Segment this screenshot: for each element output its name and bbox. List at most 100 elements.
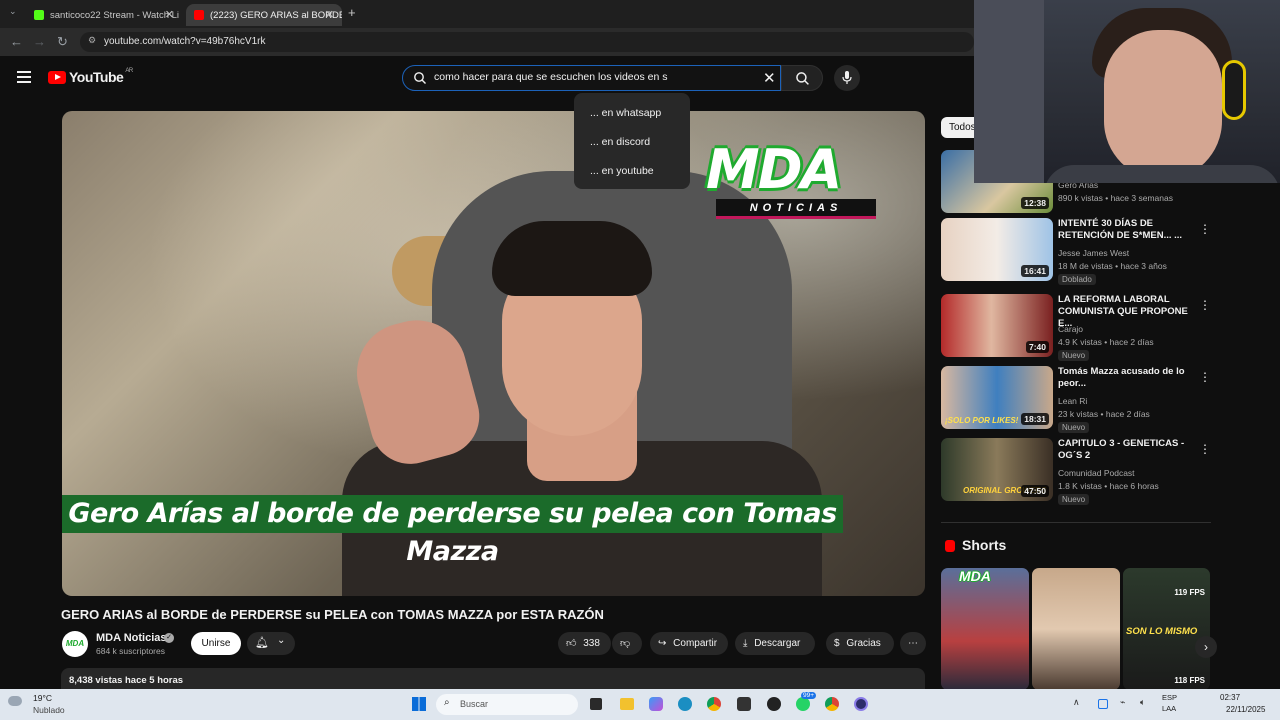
streamer-face (1104, 30, 1222, 180)
more-options-icon[interactable]: ⋮ (1199, 442, 1211, 456)
recommendation-item[interactable]: 7:40 LA REFORMA LABORAL COMUNISTA QUE PR… (941, 294, 1211, 361)
more-icon: ⋯ (908, 638, 918, 649)
recommendation-badge: Doblado (1058, 274, 1096, 285)
kick-favicon-icon (34, 10, 44, 20)
search-box[interactable]: ✕ (402, 65, 781, 91)
more-actions-button[interactable]: ⋯ (900, 632, 926, 655)
notification-count-badge: 99+ (801, 692, 817, 699)
taskbar-search-placeholder: Buscar (460, 699, 489, 709)
video-title: GERO ARIAS al BORDE de PERDERSE su PELEA… (61, 607, 604, 622)
voice-search-button[interactable] (834, 65, 860, 91)
share-button[interactable]: ↪ Compartir (650, 632, 728, 655)
chrome-profile-icon[interactable] (825, 697, 839, 711)
chrome-icon[interactable] (707, 697, 721, 711)
clear-search-icon[interactable]: ✕ (763, 69, 776, 87)
copilot-icon[interactable] (649, 697, 663, 711)
recommendation-channel: Carajo (1058, 324, 1084, 334)
verified-icon: ✓ (164, 633, 174, 643)
edge-icon[interactable] (678, 697, 692, 711)
clock-time[interactable]: 02:37 (1220, 693, 1240, 702)
channel-name[interactable]: MDA Noticias (96, 632, 167, 644)
task-view-icon[interactable] (590, 698, 602, 710)
bluetooth-icon[interactable]: ⌁ (1120, 697, 1125, 708)
short-item[interactable]: 119 FPS SON LO MISMO 118 FPS (1123, 568, 1210, 690)
close-tab-icon[interactable]: ✕ (325, 8, 334, 21)
clock-date: 22/11/2025 (1226, 705, 1266, 714)
thumbs-up-icon: 👍︎ (566, 638, 577, 649)
new-tab-button[interactable]: + (348, 5, 356, 20)
thanks-icon: $ (834, 638, 840, 649)
language-indicator[interactable]: ESP (1162, 693, 1177, 702)
thumbnail-text: ¡SOLO POR LIKES! (945, 416, 1019, 425)
recommendation-item[interactable]: ORIGINAL GROWERS 47:50 CAPITULO 3 - GENE… (941, 438, 1211, 505)
mda-noticias-logo: MDA NOTICIAS (706, 141, 882, 225)
thanks-button[interactable]: $ Gracias (826, 632, 894, 655)
recommendation-badge: Nuevo (1058, 494, 1090, 505)
recommendation-item[interactable]: 16:41 INTENTÉ 30 DÍAS DE RETENCIÓN DE S*… (941, 218, 1211, 285)
reload-icon[interactable]: ↻ (57, 34, 68, 50)
url-text: youtube.com/watch?v=49b76hcV1rk (104, 36, 266, 47)
close-tab-icon[interactable]: ✕ (165, 8, 174, 21)
channel-avatar[interactable]: MDA (62, 631, 88, 657)
short-item[interactable]: MDA (941, 568, 1029, 690)
short-overlay-text: 118 FPS (1174, 676, 1205, 685)
more-options-icon[interactable]: ⋮ (1199, 298, 1211, 312)
chevron-down-icon: ⌄ (277, 635, 286, 646)
suggestion-item[interactable]: ... en whatsapp (574, 99, 690, 128)
recommendation-channel: Jesse James West (1058, 248, 1130, 258)
download-button[interactable]: ⤓ Descargar (735, 632, 815, 655)
address-bar[interactable]: ⚙ youtube.com/watch?v=49b76hcV1rk (80, 32, 974, 52)
sidebar-divider (941, 522, 1211, 523)
logo-text: YouTube (69, 69, 124, 85)
forward-icon[interactable]: → (33, 34, 46, 49)
whatsapp-icon[interactable] (796, 697, 810, 711)
short-overlay-text: 119 FPS (1174, 588, 1205, 597)
tab-youtube-video[interactable]: (2223) GERO ARIAS al BORDE d ✕ (186, 4, 342, 26)
recommendation-channel: Comunidad Podcast (1058, 468, 1135, 478)
volume-icon[interactable]: 🔈︎ (1140, 697, 1145, 708)
youtube-logo[interactable]: YouTube AR (48, 68, 133, 85)
search-input[interactable] (434, 71, 754, 83)
weather-icon (8, 696, 22, 706)
video-player[interactable]: MDA NOTICIAS Gero Arías al borde de perd… (62, 111, 925, 596)
streamer-shirt (1044, 165, 1280, 183)
obs-icon[interactable] (767, 697, 781, 711)
join-button[interactable]: Unirse (191, 632, 241, 655)
dislike-button[interactable]: 👎︎ (612, 632, 642, 655)
windows-start-icon[interactable] (412, 697, 426, 711)
network-icon[interactable] (1098, 699, 1108, 709)
suggestion-item[interactable]: ... en discord (574, 128, 690, 157)
tab-list-chevron-icon[interactable]: ⌄ (9, 6, 17, 17)
recommendation-item[interactable]: ¡SOLO POR LIKES! 18:31 Tomás Mazza acusa… (941, 366, 1211, 433)
store-icon[interactable] (737, 697, 751, 711)
notifications-button[interactable]: 🔔︎ ⌄ (247, 632, 295, 655)
more-options-icon[interactable]: ⋮ (1199, 370, 1211, 384)
youtube-header: YouTube AR ✕ (0, 56, 974, 100)
tab-santicoco-stream[interactable]: santicoco22 Stream - Watch Li ✕ (26, 4, 182, 26)
subscriber-count: 684 k suscriptores (96, 646, 165, 656)
weather-temp[interactable]: 19°C (33, 693, 52, 703)
recommendation-badge: Nuevo (1058, 422, 1090, 433)
short-item[interactable] (1032, 568, 1120, 690)
youtube-play-icon (48, 70, 66, 84)
search-button[interactable] (781, 65, 823, 91)
recommendation-thumbnail: 16:41 (941, 218, 1053, 281)
recommendation-thumbnail: 7:40 (941, 294, 1053, 357)
hamburger-menu-icon[interactable] (17, 71, 31, 83)
file-explorer-icon[interactable] (620, 698, 634, 710)
site-info-icon[interactable]: ⚙ (88, 35, 96, 46)
app-icon[interactable] (854, 697, 868, 711)
tray-chevron-icon[interactable]: ∧ (1073, 697, 1080, 708)
short-overlay-text: SON LO MISMO (1126, 626, 1198, 637)
person-hair (492, 221, 652, 296)
back-icon[interactable]: ← (10, 34, 23, 49)
taskbar-search[interactable]: ⌕ Buscar (436, 694, 578, 715)
suggestion-item[interactable]: ... en youtube (574, 157, 690, 186)
shorts-next-button[interactable]: › (1195, 636, 1217, 658)
headphones-shape (1222, 60, 1246, 120)
weather-desc: Nublado (33, 705, 65, 715)
short-overlay-text: MDA (959, 568, 991, 584)
duration-badge: 7:40 (1025, 341, 1049, 353)
like-button[interactable]: 👍︎ 338 (558, 632, 611, 655)
more-options-icon[interactable]: ⋮ (1199, 222, 1211, 236)
